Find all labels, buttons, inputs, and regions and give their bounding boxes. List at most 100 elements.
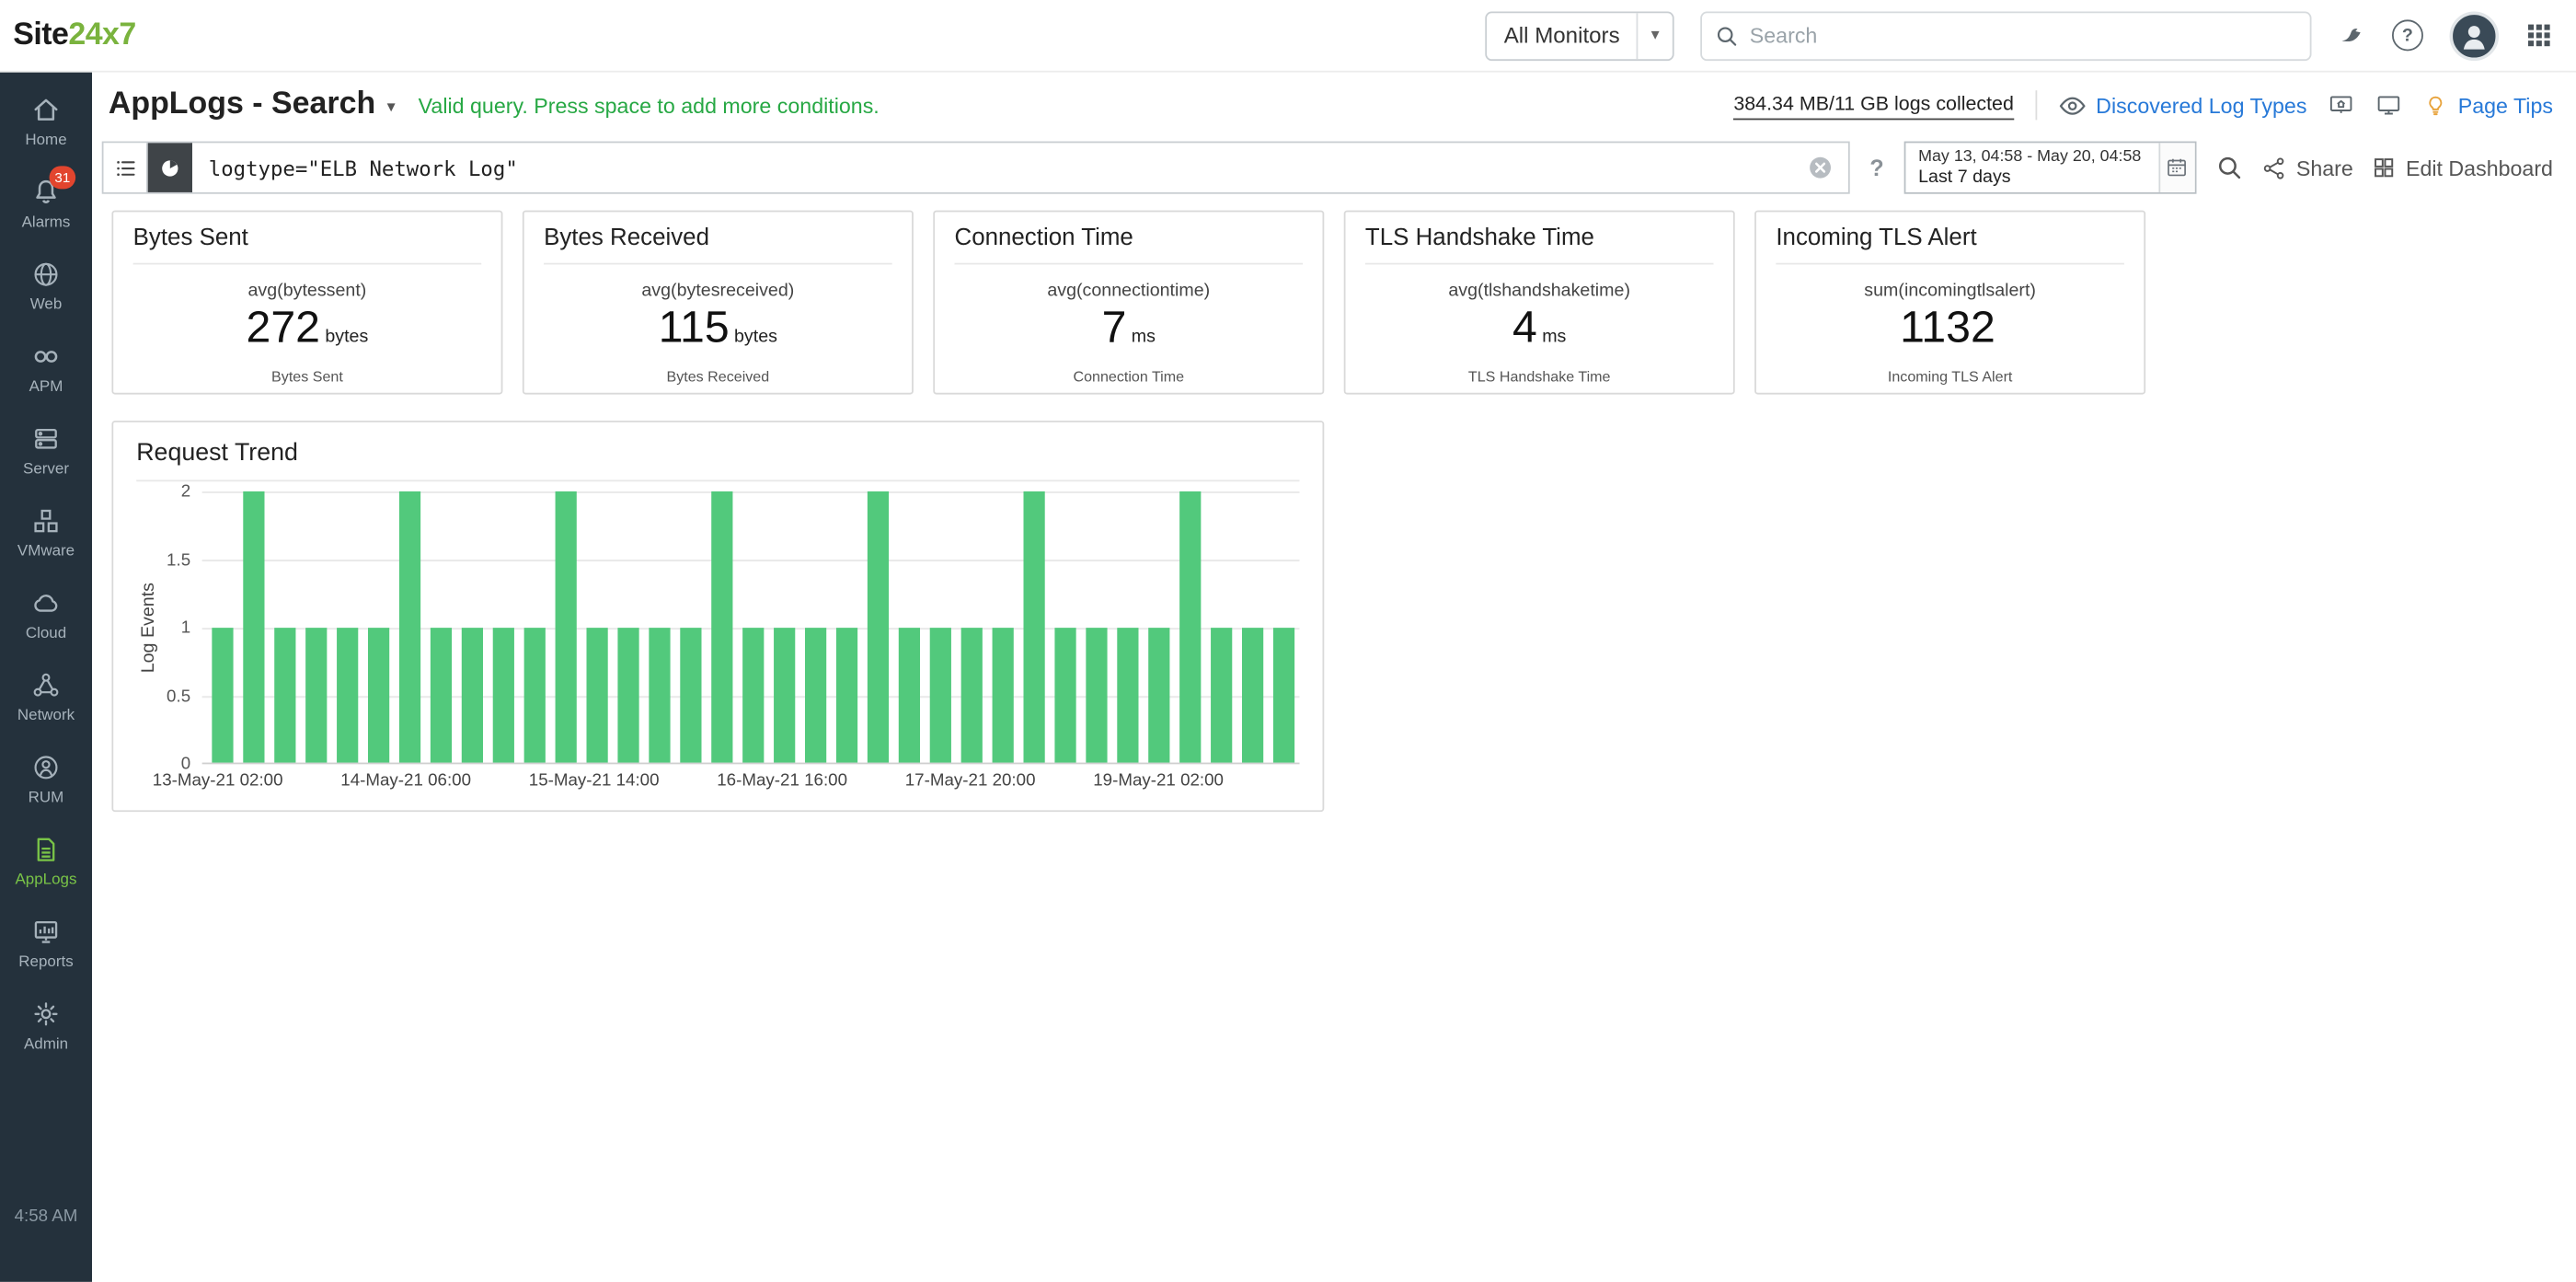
list-view-button[interactable]	[103, 143, 148, 192]
stat-card-tls-handshake-time[interactable]: TLS Handshake Time avg(tlshandshaketime)…	[1343, 210, 1735, 395]
page-tips-label: Page Tips	[2457, 92, 2553, 118]
whats-new-icon[interactable]	[2338, 21, 2365, 49]
alarm-count-badge: 31	[49, 166, 76, 190]
chart-bar[interactable]	[492, 627, 514, 763]
chart-bar[interactable]	[367, 627, 390, 763]
chart-bar[interactable]	[617, 627, 639, 763]
chart-bar[interactable]	[1211, 627, 1233, 763]
stat-card-body: avg(tlshandshaketime) 4 ms	[1365, 264, 1714, 367]
chart-bar[interactable]	[430, 627, 453, 763]
apps-grid-icon[interactable]	[2525, 21, 2553, 49]
stat-card-footer: Bytes Received	[666, 367, 770, 385]
chart-bar[interactable]	[898, 627, 920, 763]
stat-card-incoming-tls-alert[interactable]: Incoming TLS Alert sum(incomingtlsalert)…	[1754, 210, 2146, 395]
chart-bar[interactable]	[774, 627, 796, 763]
chart-bar[interactable]	[867, 491, 890, 763]
sidebar-item-home[interactable]: Home	[0, 80, 92, 162]
chart-bar[interactable]	[835, 627, 858, 763]
stat-card-bytes-sent[interactable]: Bytes Sent avg(bytessent) 272 bytes Byte…	[111, 210, 503, 395]
stat-card-footer: Bytes Sent	[271, 367, 343, 385]
page-title-dropdown[interactable]: AppLogs - Search ▾	[109, 87, 396, 123]
topbar-right-cluster: All Monitors ▾ ?	[1486, 10, 2553, 61]
chart-bar[interactable]	[929, 627, 951, 763]
log-document-icon	[31, 835, 61, 864]
network-nodes-icon	[31, 671, 61, 700]
global-search-box[interactable]	[1700, 10, 2312, 61]
help-icon[interactable]: ?	[2391, 19, 2423, 52]
chart-bar[interactable]	[274, 627, 296, 763]
sidebar-item-label: Server	[22, 459, 69, 479]
sidebar-item-label: APM	[29, 377, 63, 397]
chart-bar[interactable]	[1023, 491, 1045, 763]
home-dashboard-icon[interactable]	[2329, 92, 2355, 119]
sidebar-item-reports[interactable]: Reports	[0, 902, 92, 984]
run-search-icon[interactable]	[2215, 155, 2242, 181]
sidebar-item-applogs[interactable]: AppLogs	[0, 820, 92, 902]
chart-bar[interactable]	[1179, 491, 1202, 763]
chart-bar[interactable]	[680, 627, 702, 763]
chart-bar[interactable]	[1241, 627, 1264, 763]
chart-bar[interactable]	[337, 627, 359, 763]
sidebar-item-vmware[interactable]: VMware	[0, 491, 92, 573]
sidebar-item-cloud[interactable]: Cloud	[0, 573, 92, 655]
sidebar-item-alarms[interactable]: 31 Alarms	[0, 163, 92, 245]
chart-bar[interactable]	[1148, 627, 1170, 763]
log-usage-stat[interactable]: 384.34 MB/11 GB logs collected	[1733, 91, 2014, 120]
chart-bar[interactable]	[212, 627, 234, 763]
sidebar-item-apm[interactable]: APM	[0, 327, 92, 409]
chart-ytick-label: 0.5	[167, 686, 191, 706]
chart-bar[interactable]	[1272, 627, 1295, 763]
chart-bar[interactable]	[243, 491, 265, 763]
stat-unit: bytes	[733, 326, 777, 346]
chart-ytick-label: 2	[180, 481, 191, 502]
all-monitors-dropdown[interactable]: All Monitors ▾	[1486, 10, 1674, 61]
chart-xtick-label: 16-May-21 16:00	[717, 770, 848, 791]
chart-bar[interactable]	[523, 627, 546, 763]
discovered-log-types-link[interactable]: Discovered Log Types	[2058, 91, 2306, 119]
chart-bar[interactable]	[1054, 627, 1076, 763]
stat-card-title: Connection Time	[954, 225, 1304, 265]
stat-card-footer: Connection Time	[1073, 367, 1185, 385]
chart-view-button[interactable]	[147, 143, 192, 192]
chart-bar[interactable]	[1117, 627, 1139, 763]
infinity-icon	[31, 341, 61, 371]
home-icon	[31, 96, 61, 125]
chart-bar[interactable]	[586, 627, 608, 763]
chart-bar[interactable]	[305, 627, 328, 763]
sidebar-item-admin[interactable]: Admin	[0, 985, 92, 1067]
query-input[interactable]: logtype="ELB Network Log"	[209, 156, 1808, 180]
display-icon[interactable]	[2375, 92, 2402, 119]
stat-value: 1132	[1900, 301, 1995, 352]
date-preset-value: Last 7 days	[1918, 167, 2011, 188]
sidebar-item-web[interactable]: Web	[0, 245, 92, 327]
chart-bar[interactable]	[461, 627, 483, 763]
main-content: AppLogs - Search ▾ Valid query. Press sp…	[91, 72, 2576, 1282]
share-button[interactable]: Share	[2261, 156, 2353, 180]
chart-bar[interactable]	[1086, 627, 1108, 763]
stat-card-bytes-received[interactable]: Bytes Received avg(bytesreceived) 115 by…	[522, 210, 914, 395]
clear-query-icon[interactable]	[1807, 155, 1834, 181]
stat-card-connection-time[interactable]: Connection Time avg(connectiontime) 7 ms…	[933, 210, 1325, 395]
chart-bar[interactable]	[960, 627, 983, 763]
chart-bar[interactable]	[555, 491, 577, 763]
chart-bar[interactable]	[992, 627, 1014, 763]
user-avatar[interactable]	[2449, 10, 2500, 61]
sidebar-item-label: Admin	[23, 1034, 69, 1054]
sidebar-item-network[interactable]: Network	[0, 655, 92, 737]
sidebar-nav: Home 31 Alarms Web APM Server VMware Clo…	[0, 72, 92, 1282]
stat-value: 4	[1512, 301, 1537, 352]
edit-dashboard-button[interactable]: Edit Dashboard	[2373, 156, 2553, 180]
site24x7-logo[interactable]: Site24x7	[13, 17, 136, 53]
chart-bar[interactable]	[742, 627, 765, 763]
chart-bar[interactable]	[711, 491, 733, 763]
chart-bar[interactable]	[649, 627, 671, 763]
sidebar-item-server[interactable]: Server	[0, 410, 92, 491]
date-range-picker[interactable]: May 13, 04:58 - May 20, 04:58 Last 7 day…	[1903, 141, 2196, 194]
chart-bar[interactable]	[804, 627, 827, 763]
global-search-input[interactable]	[1749, 22, 2297, 48]
sidebar-item-rum[interactable]: RUM	[0, 738, 92, 820]
chart-bar[interactable]	[398, 491, 421, 763]
page-tips-button[interactable]: Page Tips	[2423, 93, 2553, 118]
date-range-value: May 13, 04:58 - May 20, 04:58	[1918, 147, 2142, 167]
query-help-icon[interactable]: ?	[1869, 155, 1883, 181]
